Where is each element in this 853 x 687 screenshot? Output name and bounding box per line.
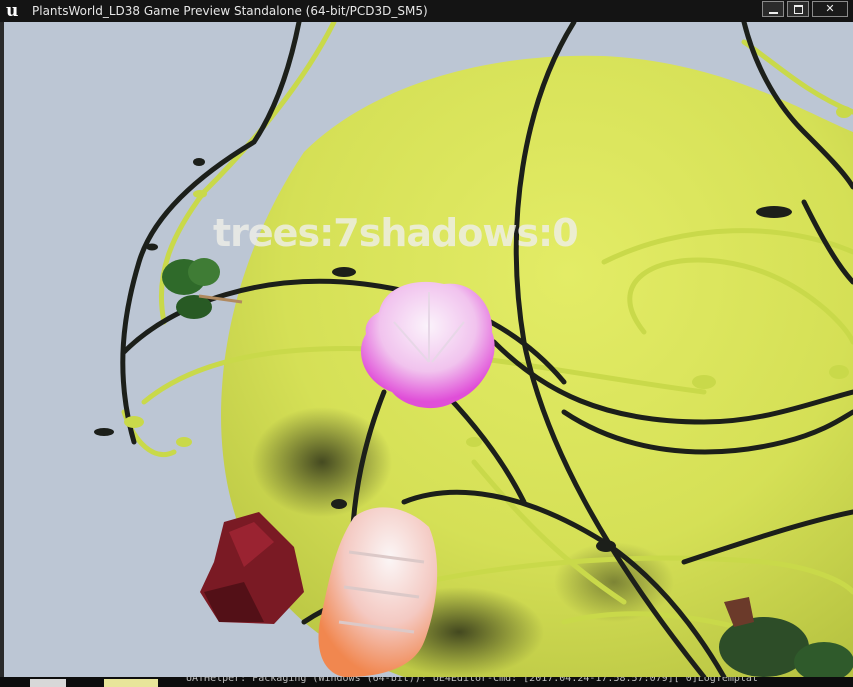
title-bar[interactable]: u PlantsWorld_LD38 Game Preview Standalo… [0, 0, 853, 22]
game-preview-window: u PlantsWorld_LD38 Game Preview Standalo… [0, 0, 853, 687]
maximize-button[interactable] [787, 1, 809, 17]
hud-stats-text: trees:7shadows:0 [213, 211, 579, 255]
window-title: PlantsWorld_LD38 Game Preview Standalone… [32, 4, 428, 18]
unreal-engine-icon: u [6, 1, 19, 21]
minimize-button[interactable] [762, 1, 784, 17]
taskbar-thumbnail[interactable] [30, 679, 66, 687]
taskbar-strip: UATHelper: Packaging (Windows (64-bit)):… [0, 677, 853, 687]
game-viewport[interactable]: trees:7shadows:0 [4, 22, 853, 677]
green-bush [162, 258, 243, 319]
taskbar-thumbnail[interactable] [104, 679, 158, 687]
scene-graphic [94, 22, 853, 677]
close-button[interactable] [812, 1, 848, 17]
output-log-line: UATHelper: Packaging (Windows (64-bit)):… [186, 677, 758, 684]
